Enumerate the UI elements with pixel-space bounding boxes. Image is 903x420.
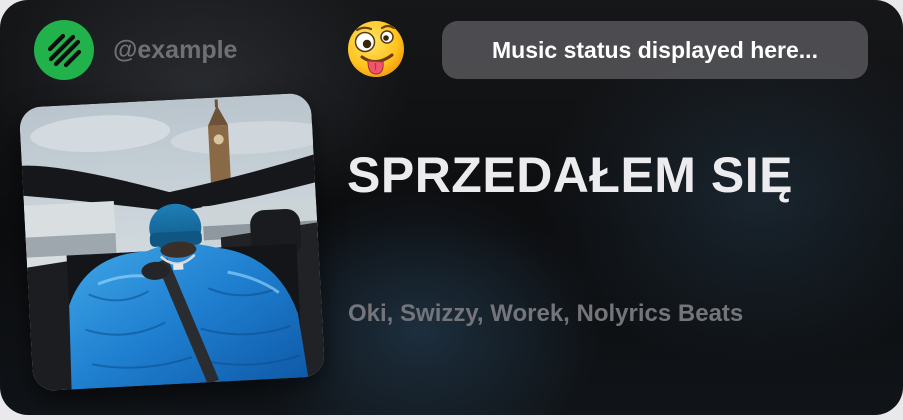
avatar[interactable] (34, 20, 94, 80)
music-status-card: @example Music status displayed here... … (0, 0, 903, 415)
username: @example (113, 36, 238, 64)
album-cover-image (18, 92, 326, 392)
song-title: SPRZEDAŁEM SIĘ (347, 147, 793, 203)
song-artists: Oki, Swizzy, Worek, Nolyrics Beats (348, 300, 744, 327)
music-status-pill[interactable]: Music status displayed here... (442, 21, 868, 79)
music-status-text: Music status displayed here... (492, 36, 818, 63)
zany-face-emoji-icon (344, 17, 408, 81)
slash-logo-icon (47, 33, 82, 68)
